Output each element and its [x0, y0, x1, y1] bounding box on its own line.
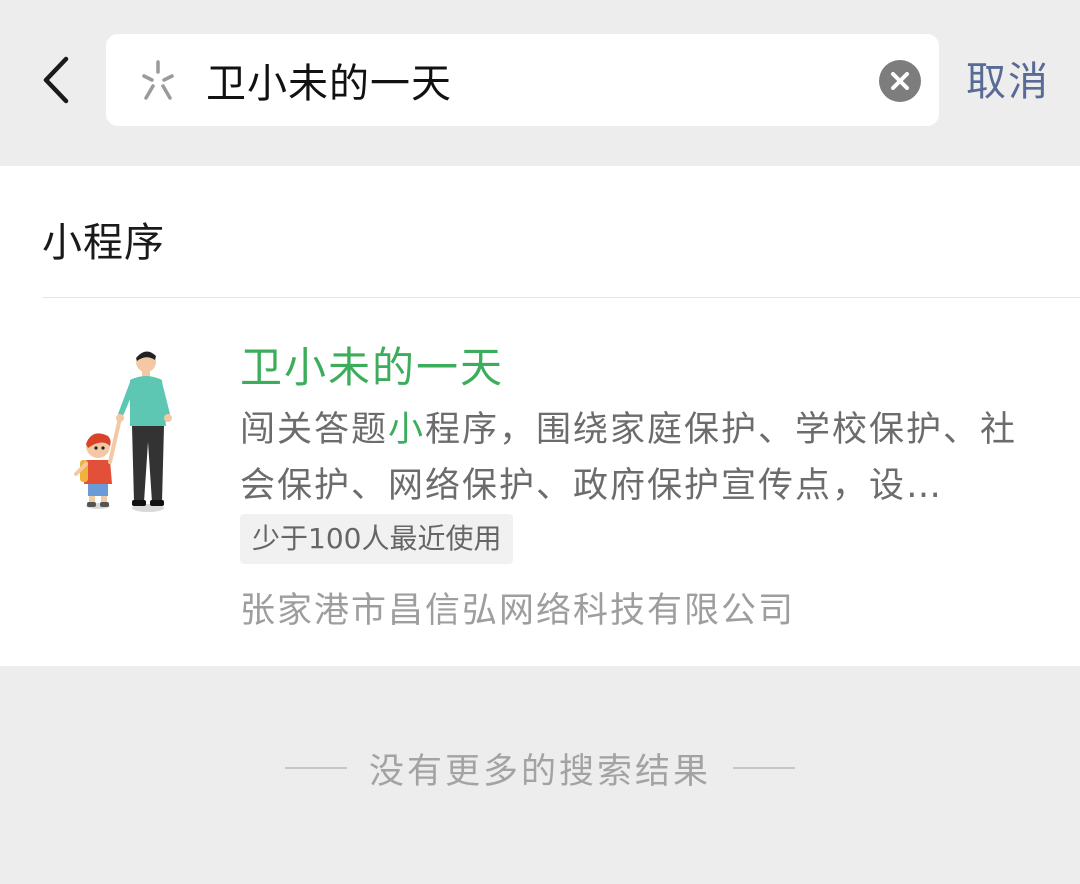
- search-input[interactable]: [206, 48, 866, 112]
- description-highlight: 小: [388, 410, 426, 450]
- mini-program-result[interactable]: 卫小未的一天 闯关答题小程序，围绕家庭保护、学校保护、社会保护、网络保护、政府保…: [0, 298, 1080, 666]
- no-more-results-text: 没有更多的搜索结果: [368, 751, 711, 792]
- usage-badge: 少于100人最近使用: [240, 514, 514, 564]
- developer-name: 张家港市昌信弘网络科技有限公司: [240, 591, 796, 631]
- divider: [284, 767, 347, 769]
- no-more-results: 没有更多的搜索结果: [0, 736, 1080, 800]
- search-icon: [142, 60, 174, 100]
- search-header: 取消: [0, 0, 1080, 166]
- results-panel: 小程序 卫小未的一天 闯关答题小程序，围绕家庭保护、学校保护、社会保护、网络保护…: [0, 166, 1080, 666]
- search-box[interactable]: [106, 34, 939, 126]
- cancel-button[interactable]: 取消: [966, 52, 1066, 112]
- back-button[interactable]: [34, 52, 78, 108]
- parent-child-avatar: [74, 351, 172, 512]
- mini-program-description: 闯关答题小程序，围绕家庭保护、学校保护、社会保护、网络保护、政府保护宣传点，设…: [240, 402, 1040, 514]
- clear-search-button[interactable]: [879, 60, 921, 102]
- divider: [733, 767, 795, 769]
- clear-icon: [891, 72, 909, 90]
- section-title: 小程序: [42, 220, 165, 266]
- mini-program-name: 卫小未的一天: [240, 343, 505, 392]
- description-text: 闯关答题: [240, 410, 389, 450]
- chevron-left-icon: [43, 56, 69, 104]
